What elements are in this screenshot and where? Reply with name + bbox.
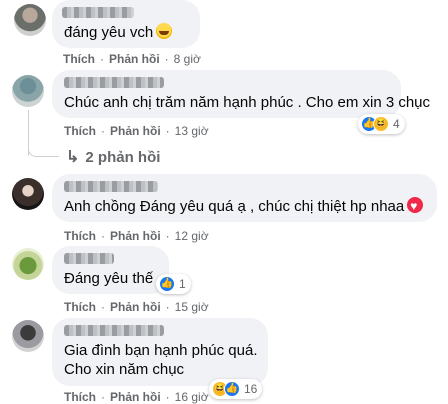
comment-time[interactable]: 8 giờ	[174, 52, 201, 66]
reaction-summary[interactable]: 😆 👍 16	[209, 379, 263, 399]
commenter-name-blurred[interactable]	[64, 181, 158, 192]
avatar[interactable]	[12, 178, 44, 210]
reaction-count: 4	[393, 117, 400, 131]
comment-text: Đáng yêu thế	[64, 270, 154, 287]
comment-text-line-2: Cho xin năm chục	[64, 361, 185, 378]
separator: ·	[101, 229, 105, 243]
comment-time[interactable]: 13 giờ	[175, 124, 209, 138]
separator: ·	[165, 300, 170, 314]
avatar[interactable]	[12, 320, 44, 352]
reply-button[interactable]: Phản hồi	[110, 229, 161, 243]
like-reaction-icon: 👍	[159, 276, 175, 292]
comment-actions: Thích · Phản hồi · 13 giờ	[64, 124, 209, 138]
separator: ·	[165, 124, 170, 138]
reply-arrow-icon: ↳	[66, 149, 80, 166]
heart-emoji-icon	[407, 196, 424, 216]
separator: ·	[101, 300, 105, 314]
separator: ·	[100, 52, 104, 66]
comment-time[interactable]: 12 giờ	[175, 229, 209, 243]
commenter-name-blurred[interactable]	[64, 253, 114, 264]
comment-time[interactable]: 15 giờ	[175, 300, 209, 314]
separator: ·	[164, 52, 169, 66]
comment-actions: Thích · Phản hồi · 12 giờ	[64, 229, 209, 243]
comment-text: đáng yêu vch	[64, 23, 173, 43]
like-button[interactable]: Thích	[63, 52, 95, 66]
replies-label: 2 phản hồi	[85, 148, 161, 166]
view-replies-link[interactable]: ↳ 2 phản hồi	[66, 147, 160, 167]
laughing-emoji-icon	[156, 23, 173, 39]
comment-text: Chúc anh chị trăm năm hạnh phúc . Cho em…	[64, 94, 431, 111]
commenter-name-blurred[interactable]	[62, 7, 134, 18]
avatar[interactable]	[14, 4, 46, 36]
like-button[interactable]: Thích	[64, 229, 96, 243]
reaction-summary[interactable]: 👍 1	[156, 274, 191, 294]
commenter-name-blurred[interactable]	[64, 325, 164, 336]
avatar[interactable]	[12, 75, 44, 107]
comment-text: Anh chồng Đáng yêu quá ạ , chúc chị thiệ…	[64, 196, 424, 217]
comment-actions: Thích · Phản hồi · 8 giờ	[63, 52, 201, 66]
like-reaction-icon: 👍	[224, 381, 240, 397]
thread-connector	[28, 130, 59, 157]
separator: ·	[165, 229, 170, 243]
separator: ·	[101, 124, 105, 138]
reaction-count: 16	[244, 382, 258, 396]
comment-actions: Thích · Phản hồi · 15 giờ	[64, 300, 209, 314]
reaction-count: 1	[179, 277, 186, 291]
reply-button[interactable]: Phản hồi	[110, 300, 161, 314]
like-button[interactable]: Thích	[64, 124, 96, 138]
avatar[interactable]	[12, 248, 44, 280]
reply-button[interactable]: Phản hồi	[109, 52, 160, 66]
reaction-summary[interactable]: 👍 😆 4	[358, 114, 405, 134]
haha-reaction-icon: 😆	[373, 116, 389, 132]
commenter-name-blurred[interactable]	[64, 77, 164, 88]
like-button[interactable]: Thích	[64, 300, 96, 314]
reply-button[interactable]: Phản hồi	[110, 124, 161, 138]
comment-text-line-1: Gia đình bạn hạnh phúc quá.	[64, 342, 258, 359]
